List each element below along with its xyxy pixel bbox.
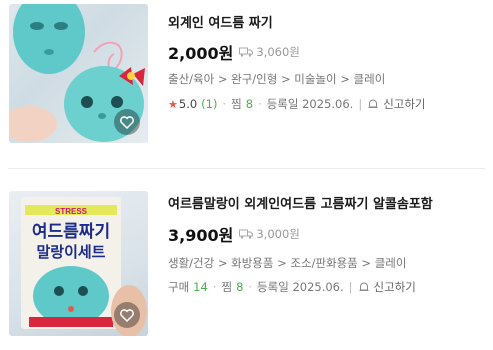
separator: | [358,97,363,111]
bell-icon [368,99,378,108]
like-count: 8 [245,97,254,111]
category-path: 생활/건강 > 화방용품 > 조소/판화용품 > 클레이 [168,256,407,270]
registered-date: 등록일 2025.06. [266,97,354,111]
like-label: 찜 [231,97,242,111]
report-label: 신고하기 [383,97,426,111]
product-card[interactable]: 외계인 여드름 짜기 2,000원 3,060원 출산/육아 > 완구/인형 >… [0,0,493,165]
divider [8,168,485,169]
truck-icon [239,47,254,57]
product-title[interactable]: 여르름말랑이 외계인여드름 고름짜기 알콜솜포함 [168,193,433,212]
category-path: 출산/육아 > 완구/인형 > 미술놀이 > 클레이 [168,72,386,86]
separator: | [348,280,353,294]
wishlist-button[interactable] [114,109,140,135]
separator: · [212,280,217,294]
product-price: 3,900원 [168,226,234,245]
product-thumbnail[interactable]: STRESS 여드름짜기 말랑이세트 [9,191,148,336]
separator: · [222,97,227,111]
heart-icon [120,308,134,322]
shipping-fee-value: 3,060원 [256,45,300,59]
heart-icon [120,115,134,129]
product-meta: ★ 5.0 (1) · 찜 8 · 등록일 2025.06. | 신고하기 [168,96,426,112]
price-row: 3,900원 3,000원 [168,222,300,246]
product-title[interactable]: 외계인 여드름 짜기 [168,12,273,31]
shipping-fee: 3,000원 [239,226,300,242]
bell-icon [359,282,369,291]
rating-value: 5.0 [178,97,198,111]
like-count: 8 [236,280,244,294]
star-icon: ★ [168,97,178,111]
price-row: 2,000원 3,060원 [168,40,300,64]
product-meta: 구매 14 · 찜 8 · 등록일 2025.06. | 신고하기 [168,279,416,295]
shipping-fee: 3,060원 [239,44,300,60]
truck-icon [239,229,254,239]
purchase-count: 14 [193,280,208,294]
shipping-fee-value: 3,000원 [256,227,300,241]
separator: · [248,280,253,294]
registered-date: 등록일 2025.06. [257,280,344,294]
review-count: (1) [201,97,218,111]
product-card[interactable]: STRESS 여드름짜기 말랑이세트 여르름말랑이 외계인여드름 고름짜기 알콜… [0,175,493,350]
report-button[interactable]: 신고하기 [367,96,426,112]
product-price: 2,000원 [168,44,234,63]
purchase-label: 구매 [168,280,190,294]
like-label: 찜 [221,280,233,294]
product-thumbnail[interactable] [9,4,148,143]
report-button[interactable]: 신고하기 [358,279,416,295]
report-label: 신고하기 [373,280,416,294]
banner-text: STRESS [55,207,88,216]
wishlist-button[interactable] [114,302,140,328]
package-line2: 말랑이세트 [36,243,105,261]
separator: · [258,97,262,111]
package-line1: 여드름짜기 [32,222,110,242]
